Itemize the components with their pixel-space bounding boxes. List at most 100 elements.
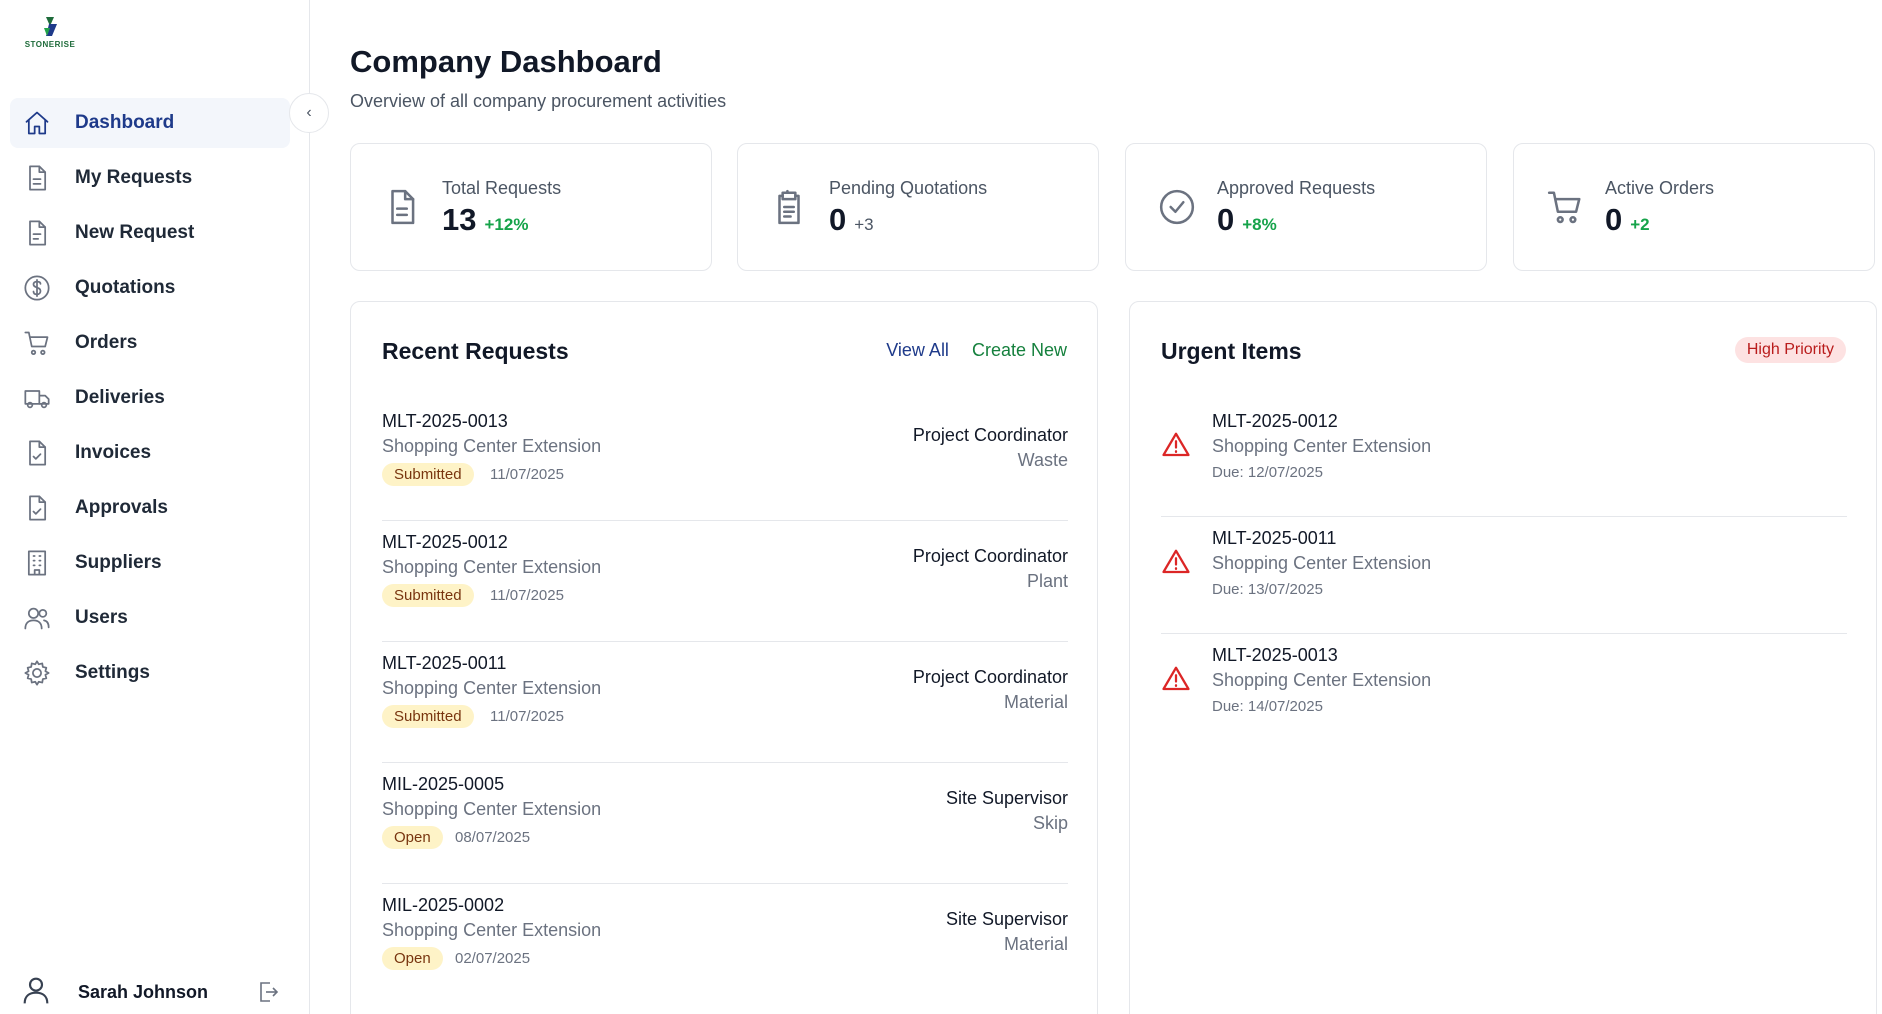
request-project: Shopping Center Extension — [382, 436, 602, 456]
stat-value-row: 13 +12% — [442, 202, 528, 238]
urgent-due-date: Due: 13/07/2025 — [1212, 581, 1323, 598]
request-category: Waste — [1017, 450, 1068, 470]
stat-label: Pending Quotations — [829, 178, 988, 198]
sidebar-item-label: My Requests — [75, 167, 193, 188]
stat-label: Approved Requests — [1217, 178, 1376, 198]
request-role: Project Coordinator — [912, 546, 1068, 566]
file-check-icon — [22, 493, 52, 523]
warning-triangle-icon — [1161, 430, 1191, 460]
request-date: 11/07/2025 — [490, 587, 564, 604]
view-all-link[interactable]: View All — [886, 340, 949, 360]
panel-actions: View All Create New — [886, 340, 1067, 361]
request-id: MIL-2025-0005 — [382, 774, 505, 794]
user-name: Sarah Johnson — [78, 981, 209, 1002]
clipboard-icon — [770, 188, 810, 228]
request-category: Material — [1003, 692, 1068, 712]
stat-value: 13 — [442, 202, 477, 237]
sidebar: STONERISE Dashboard My Requests New Requ… — [0, 0, 310, 1014]
status-badge: Submitted — [382, 584, 474, 607]
stat-delta: +2 — [1630, 215, 1650, 234]
sidebar-item-label: Deliveries — [75, 387, 165, 408]
sidebar-item-suppliers[interactable]: Suppliers — [10, 538, 290, 588]
user-profile[interactable]: Sarah Johnson — [20, 970, 290, 1014]
stat-card-total-requests[interactable]: Total Requests 13 +12% — [350, 143, 712, 271]
request-date: 02/07/2025 — [455, 950, 531, 967]
request-date: 08/07/2025 — [455, 829, 531, 846]
recent-requests-panel: Recent Requests View All Create New MLT-… — [350, 301, 1098, 1014]
stat-label: Active Orders — [1605, 178, 1715, 198]
list-item[interactable]: MLT-2025-0011 Shopping Center Extension … — [1161, 517, 1847, 634]
file-check-icon — [22, 438, 52, 468]
request-id: MLT-2025-0013 — [382, 411, 508, 431]
list-item[interactable]: MLT-2025-0012 Shopping Center Extension … — [1161, 400, 1847, 517]
dollar-circle-icon — [22, 273, 52, 303]
sidebar-collapse-button[interactable]: ‹ — [289, 93, 329, 133]
stat-label: Total Requests — [442, 178, 562, 198]
sidebar-item-label: Approvals — [75, 497, 168, 518]
gear-icon — [22, 658, 52, 688]
request-project: Shopping Center Extension — [382, 799, 602, 819]
sidebar-item-approvals[interactable]: Approvals — [10, 483, 290, 533]
sidebar-item-dashboard[interactable]: Dashboard — [10, 98, 290, 148]
list-item[interactable]: MLT-2025-0013 Shopping Center Extension … — [382, 400, 1068, 521]
logo-text: STONERISE — [24, 40, 76, 49]
stat-delta: +8% — [1242, 215, 1277, 234]
sidebar-item-new-request[interactable]: New Request — [10, 208, 290, 258]
sidebar-item-users[interactable]: Users — [10, 593, 290, 643]
request-role: Site Supervisor — [945, 788, 1068, 808]
request-category: Material — [1003, 934, 1068, 954]
user-avatar-icon — [20, 974, 52, 1011]
list-item[interactable]: MLT-2025-0013 Shopping Center Extension … — [1161, 634, 1847, 751]
users-icon — [22, 603, 52, 633]
sidebar-item-orders[interactable]: Orders — [10, 318, 290, 368]
list-item[interactable]: MIL-2025-0005 Shopping Center Extension … — [382, 763, 1068, 884]
request-role: Project Coordinator — [912, 667, 1068, 687]
sidebar-item-settings[interactable]: Settings — [10, 648, 290, 698]
list-item[interactable]: MLT-2025-0012 Shopping Center Extension … — [382, 521, 1068, 642]
logo-mark-icon — [44, 17, 57, 36]
sidebar-item-label: Invoices — [75, 442, 152, 463]
sidebar-item-label: New Request — [75, 222, 195, 243]
sidebar-item-my-requests[interactable]: My Requests — [10, 153, 290, 203]
stat-delta: +3 — [854, 215, 874, 234]
chevron-left-icon: ‹ — [306, 104, 312, 121]
list-item[interactable]: MLT-2025-0011 Shopping Center Extension … — [382, 642, 1068, 763]
create-new-link[interactable]: Create New — [972, 340, 1067, 360]
sidebar-item-label: Settings — [75, 662, 150, 683]
request-date: 11/07/2025 — [490, 708, 564, 725]
status-badge: Submitted — [382, 463, 474, 486]
company-logo[interactable]: STONERISE — [22, 14, 78, 54]
recent-requests-list: MLT-2025-0013 Shopping Center Extension … — [382, 400, 1068, 1005]
sidebar-item-quotations[interactable]: Quotations — [10, 263, 290, 313]
stat-value-row: 0 +8% — [1217, 202, 1277, 238]
urgent-id: MLT-2025-0013 — [1212, 645, 1338, 665]
warning-triangle-icon — [1161, 547, 1191, 577]
panel-title: Urgent Items — [1161, 338, 1302, 364]
truck-icon — [22, 383, 52, 413]
request-category: Plant — [1026, 571, 1068, 591]
stat-value-row: 0 +3 — [829, 202, 874, 238]
request-role: Project Coordinator — [912, 425, 1068, 445]
sidebar-item-label: Quotations — [75, 277, 176, 298]
sidebar-item-deliveries[interactable]: Deliveries — [10, 373, 290, 423]
request-project: Shopping Center Extension — [382, 920, 602, 940]
urgent-due-date: Due: 12/07/2025 — [1212, 464, 1323, 481]
file-icon — [22, 163, 52, 193]
sidebar-item-label: Users — [75, 607, 128, 628]
request-role: Site Supervisor — [945, 909, 1068, 929]
warning-triangle-icon — [1161, 664, 1191, 694]
list-item[interactable]: MIL-2025-0002 Shopping Center Extension … — [382, 884, 1068, 1005]
cart-icon — [22, 328, 52, 358]
sidebar-item-label: Orders — [75, 332, 138, 353]
cart-icon — [1546, 188, 1586, 228]
urgent-items-list: MLT-2025-0012 Shopping Center Extension … — [1161, 400, 1847, 751]
urgent-project: Shopping Center Extension — [1212, 553, 1432, 573]
stat-card-pending-quotations[interactable]: Pending Quotations 0 +3 — [737, 143, 1099, 271]
request-project: Shopping Center Extension — [382, 678, 602, 698]
stat-value: 0 — [829, 202, 847, 237]
sidebar-item-invoices[interactable]: Invoices — [10, 428, 290, 478]
stat-delta: +12% — [484, 215, 529, 234]
stat-card-active-orders[interactable]: Active Orders 0 +2 — [1513, 143, 1875, 271]
stat-card-approved-requests[interactable]: Approved Requests 0 +8% — [1125, 143, 1487, 271]
home-icon — [22, 108, 52, 138]
